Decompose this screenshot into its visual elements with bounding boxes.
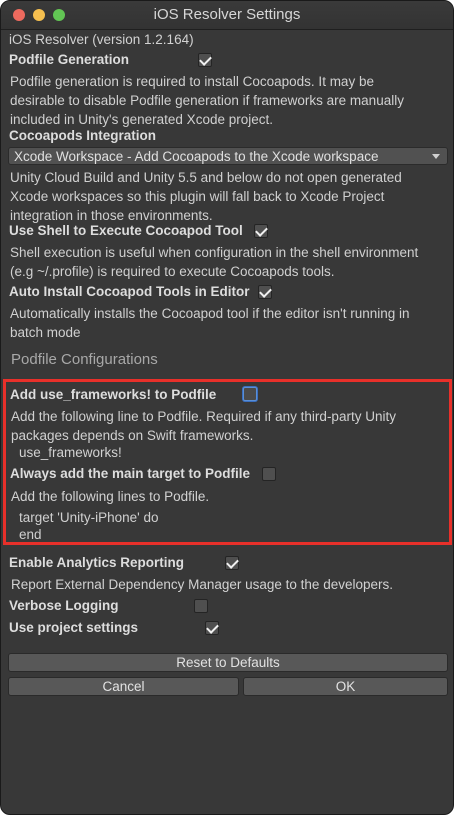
- description-line: batch mode: [10, 325, 81, 340]
- auto-install-label: Auto Install Cocoapod Tools in Editor: [9, 284, 250, 299]
- description-line: Podfile generation is required to instal…: [10, 74, 374, 89]
- auto-install-description: Automatically installs the Cocoapod tool…: [10, 304, 410, 342]
- main-target-checkbox[interactable]: [262, 467, 276, 481]
- window-title: iOS Resolver Settings: [153, 6, 301, 23]
- use-frameworks-description: Add the following line to Podfile. Requi…: [11, 407, 396, 445]
- code-line: end: [19, 527, 42, 542]
- use-frameworks-checkbox[interactable]: [243, 387, 257, 401]
- use-shell-checkbox[interactable]: [254, 224, 268, 238]
- description-line: Shell execution is useful when configura…: [10, 245, 419, 260]
- use-frameworks-code: use_frameworks!: [19, 445, 122, 460]
- reset-to-defaults-button[interactable]: Reset to Defaults: [8, 653, 448, 672]
- verbose-logging-label: Verbose Logging: [9, 598, 119, 613]
- main-target-description: Add the following lines to Podfile.: [11, 489, 210, 504]
- podfile-generation-description: Podfile generation is required to instal…: [10, 72, 404, 129]
- podfile-configurations-header: Podfile Configurations: [11, 351, 158, 368]
- project-settings-label: Use project settings: [9, 620, 139, 635]
- analytics-description: Report External Dependency Manager usage…: [11, 577, 393, 592]
- title-bar[interactable]: iOS Resolver Settings: [1, 1, 453, 30]
- analytics-label: Enable Analytics Reporting: [9, 555, 185, 570]
- description-line: Automatically installs the Cocoapod tool…: [10, 306, 410, 321]
- main-target-code: target 'Unity-iPhone' do end: [19, 509, 158, 543]
- code-line: target 'Unity-iPhone' do: [19, 510, 159, 525]
- description-line: (e.g ~/.profile) is required to execute …: [10, 264, 335, 279]
- cocoapods-integration-label: Cocoapods Integration: [9, 128, 157, 143]
- podfile-generation-checkbox[interactable]: [198, 53, 212, 67]
- description-line: Add the following line to Podfile. Requi…: [11, 409, 396, 424]
- description-line: Xcode workspaces so this plugin will fal…: [10, 189, 385, 204]
- main-target-label: Always add the main target to Podfile: [10, 466, 251, 481]
- description-line: desirable to disable Podfile generation …: [10, 93, 404, 108]
- podfile-generation-label: Podfile Generation: [9, 52, 130, 67]
- dropdown-selected-value: Xcode Workspace - Add Cocoapods to the X…: [14, 149, 379, 164]
- verbose-logging-checkbox[interactable]: [194, 599, 208, 613]
- analytics-checkbox[interactable]: [225, 556, 239, 570]
- use-shell-description: Shell execution is useful when configura…: [10, 243, 418, 281]
- use-shell-label: Use Shell to Execute Cocoapod Tool: [9, 223, 243, 238]
- ok-button[interactable]: OK: [243, 677, 448, 696]
- cancel-button[interactable]: Cancel: [8, 677, 239, 696]
- project-settings-checkbox[interactable]: [205, 621, 219, 635]
- settings-window: iOS Resolver Settings iOS Resolver (vers…: [0, 0, 454, 815]
- auto-install-checkbox[interactable]: [258, 285, 272, 299]
- use-frameworks-label: Add use_frameworks! to Podfile: [10, 387, 217, 402]
- version-label: iOS Resolver (version 1.2.164): [9, 32, 194, 47]
- cocoapods-integration-dropdown[interactable]: Xcode Workspace - Add Cocoapods to the X…: [8, 147, 448, 165]
- chevron-down-icon: [432, 154, 440, 159]
- cocoapods-integration-description: Unity Cloud Build and Unity 5.5 and belo…: [10, 168, 402, 225]
- description-line: Unity Cloud Build and Unity 5.5 and belo…: [10, 170, 402, 185]
